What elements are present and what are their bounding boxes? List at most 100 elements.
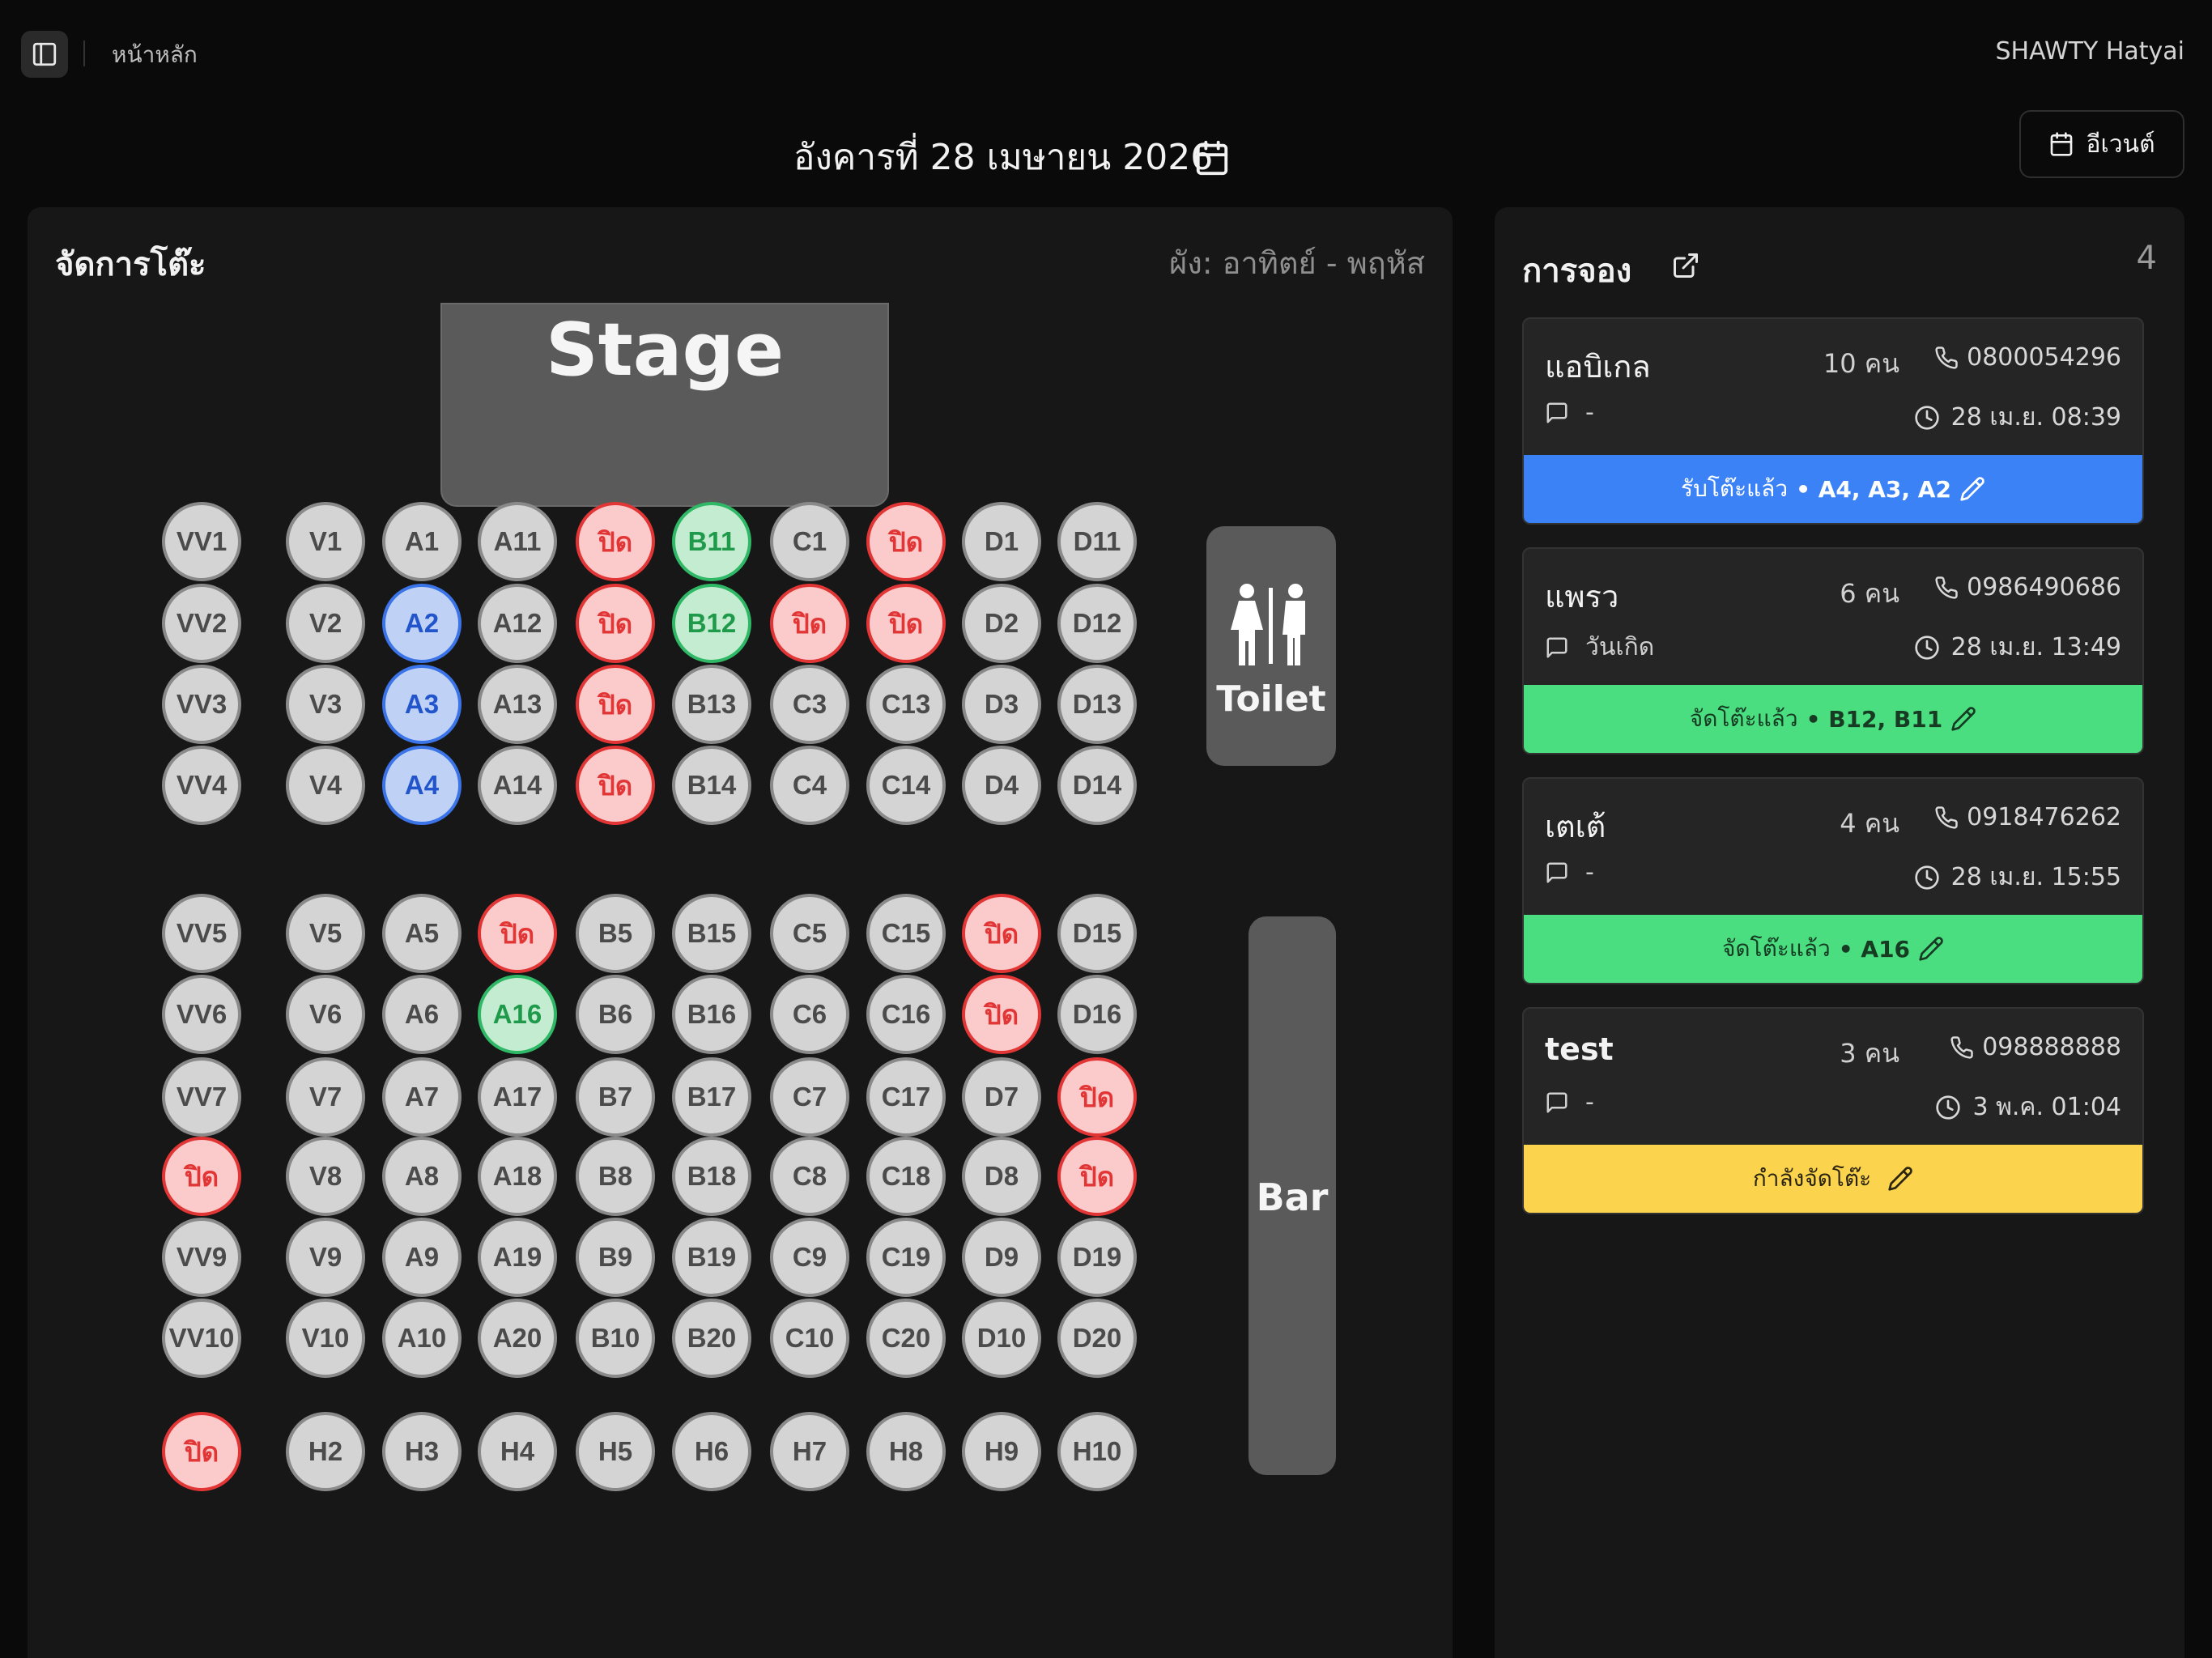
table-seat[interactable]: A10 xyxy=(382,1299,462,1378)
reservation-card[interactable]: แพรว 6 คน 0986490686 วันเกิด 28 เม.ย. 13:49 จ… xyxy=(1522,547,2144,755)
table-seat[interactable]: A12 xyxy=(478,584,557,663)
table-seat[interactable]: H9 xyxy=(962,1412,1041,1491)
table-seat[interactable]: D16 xyxy=(1057,975,1137,1054)
breadcrumb-home[interactable]: หน้าหลัก xyxy=(112,37,198,73)
table-seat[interactable]: C14 xyxy=(866,746,946,825)
table-seat[interactable]: B20 xyxy=(672,1299,751,1378)
table-seat[interactable]: B11 xyxy=(672,502,751,581)
selected-date[interactable]: อังคารที่ 28 เมษายน 2026 xyxy=(793,121,1213,194)
event-button[interactable]: อีเวนต์ xyxy=(2019,110,2184,178)
phone-number[interactable]: 0800054296 xyxy=(1934,343,2121,372)
table-seat[interactable]: ปิด xyxy=(576,665,655,744)
table-seat[interactable]: V1 xyxy=(286,502,365,581)
table-seat[interactable]: ปิด xyxy=(162,1137,241,1216)
table-seat[interactable]: A7 xyxy=(382,1057,462,1137)
table-seat[interactable]: B6 xyxy=(576,975,655,1054)
reservation-card[interactable]: เตเต้ 4 คน 0918476262 - 28 เม.ย. 15:55 จัดโต๊… xyxy=(1522,777,2144,984)
table-seat[interactable]: V9 xyxy=(286,1218,365,1297)
table-seat[interactable]: VV10 xyxy=(162,1299,241,1378)
table-seat[interactable]: B14 xyxy=(672,746,751,825)
table-seat[interactable]: B16 xyxy=(672,975,751,1054)
table-seat[interactable]: B8 xyxy=(576,1137,655,1216)
table-seat[interactable]: A2 xyxy=(382,584,462,663)
table-seat[interactable]: B12 xyxy=(672,584,751,663)
calendar-icon[interactable] xyxy=(1193,139,1231,176)
table-seat[interactable]: V8 xyxy=(286,1137,365,1216)
table-seat[interactable]: D10 xyxy=(962,1299,1041,1378)
table-seat[interactable]: B5 xyxy=(576,894,655,973)
table-seat[interactable]: V5 xyxy=(286,894,365,973)
table-seat[interactable]: C3 xyxy=(770,665,849,744)
table-seat[interactable]: A17 xyxy=(478,1057,557,1137)
table-seat[interactable]: B19 xyxy=(672,1218,751,1297)
table-seat[interactable]: A20 xyxy=(478,1299,557,1378)
table-seat[interactable]: D19 xyxy=(1057,1218,1137,1297)
table-seat[interactable]: H7 xyxy=(770,1412,849,1491)
table-seat[interactable]: V3 xyxy=(286,665,365,744)
table-seat[interactable]: A16 xyxy=(478,975,557,1054)
table-seat[interactable]: V7 xyxy=(286,1057,365,1137)
table-seat[interactable]: VV2 xyxy=(162,584,241,663)
table-seat[interactable]: C15 xyxy=(866,894,946,973)
table-seat[interactable]: ปิด xyxy=(478,894,557,973)
table-seat[interactable]: ปิด xyxy=(1057,1057,1137,1137)
table-seat[interactable]: A1 xyxy=(382,502,462,581)
table-seat[interactable]: D20 xyxy=(1057,1299,1137,1378)
table-seat[interactable]: C6 xyxy=(770,975,849,1054)
external-link-icon[interactable] xyxy=(1671,251,1700,280)
layout-selector[interactable]: ผัง: อาทิตย์ - พฤหัส xyxy=(1169,238,1425,287)
edit-icon[interactable] xyxy=(1887,1166,1913,1192)
table-seat[interactable]: D2 xyxy=(962,584,1041,663)
table-seat[interactable]: ปิด xyxy=(962,975,1041,1054)
table-seat[interactable]: A19 xyxy=(478,1218,557,1297)
table-seat[interactable]: VV9 xyxy=(162,1218,241,1297)
table-seat[interactable]: A5 xyxy=(382,894,462,973)
table-seat[interactable]: V10 xyxy=(286,1299,365,1378)
table-seat[interactable]: B13 xyxy=(672,665,751,744)
table-seat[interactable]: H3 xyxy=(382,1412,462,1491)
table-seat[interactable]: ปิด xyxy=(770,584,849,663)
status-bar[interactable]: จัดโต๊ะแล้ว • A16 xyxy=(1524,915,2142,983)
table-seat[interactable]: A6 xyxy=(382,975,462,1054)
table-seat[interactable]: A4 xyxy=(382,746,462,825)
table-seat[interactable]: A9 xyxy=(382,1218,462,1297)
table-seat[interactable]: B15 xyxy=(672,894,751,973)
table-seat[interactable]: A18 xyxy=(478,1137,557,1216)
table-seat[interactable]: VV5 xyxy=(162,894,241,973)
phone-number[interactable]: 0918476262 xyxy=(1934,803,2121,831)
table-seat[interactable]: C1 xyxy=(770,502,849,581)
reservation-card[interactable]: แอบิเกล 10 คน 0800054296 - 28 เม.ย. 08:39 รับ… xyxy=(1522,317,2144,525)
table-seat[interactable]: H8 xyxy=(866,1412,946,1491)
table-seat[interactable]: D11 xyxy=(1057,502,1137,581)
table-seat[interactable]: C20 xyxy=(866,1299,946,1378)
table-seat[interactable]: VV7 xyxy=(162,1057,241,1137)
table-seat[interactable]: ปิด xyxy=(576,746,655,825)
table-seat[interactable]: B7 xyxy=(576,1057,655,1137)
table-seat[interactable]: D9 xyxy=(962,1218,1041,1297)
sidebar-toggle-button[interactable] xyxy=(21,31,68,78)
table-seat[interactable]: D14 xyxy=(1057,746,1137,825)
table-seat[interactable]: ปิด xyxy=(1057,1137,1137,1216)
table-seat[interactable]: D7 xyxy=(962,1057,1041,1137)
table-seat[interactable]: ปิด xyxy=(962,894,1041,973)
table-seat[interactable]: C4 xyxy=(770,746,849,825)
table-seat[interactable]: C17 xyxy=(866,1057,946,1137)
table-seat[interactable]: B17 xyxy=(672,1057,751,1137)
table-seat[interactable]: C8 xyxy=(770,1137,849,1216)
table-seat[interactable]: C18 xyxy=(866,1137,946,1216)
table-seat[interactable]: H5 xyxy=(576,1412,655,1491)
table-seat[interactable]: D1 xyxy=(962,502,1041,581)
table-seat[interactable]: C16 xyxy=(866,975,946,1054)
table-seat[interactable]: D15 xyxy=(1057,894,1137,973)
reservation-card[interactable]: test 3 คน 098888888 - 3 พ.ค. 01:04 กำลังจัดโต… xyxy=(1522,1007,2144,1214)
status-bar[interactable]: รับโต๊ะแล้ว • A4, A3, A2 xyxy=(1524,455,2142,523)
table-seat[interactable]: C5 xyxy=(770,894,849,973)
table-seat[interactable]: ปิด xyxy=(576,584,655,663)
table-seat[interactable]: V2 xyxy=(286,584,365,663)
table-seat[interactable]: H4 xyxy=(478,1412,557,1491)
table-seat[interactable]: C10 xyxy=(770,1299,849,1378)
table-seat[interactable]: H2 xyxy=(286,1412,365,1491)
table-seat[interactable]: D8 xyxy=(962,1137,1041,1216)
status-bar[interactable]: กำลังจัดโต๊ะ xyxy=(1524,1145,2142,1213)
table-seat[interactable]: ปิด xyxy=(866,584,946,663)
